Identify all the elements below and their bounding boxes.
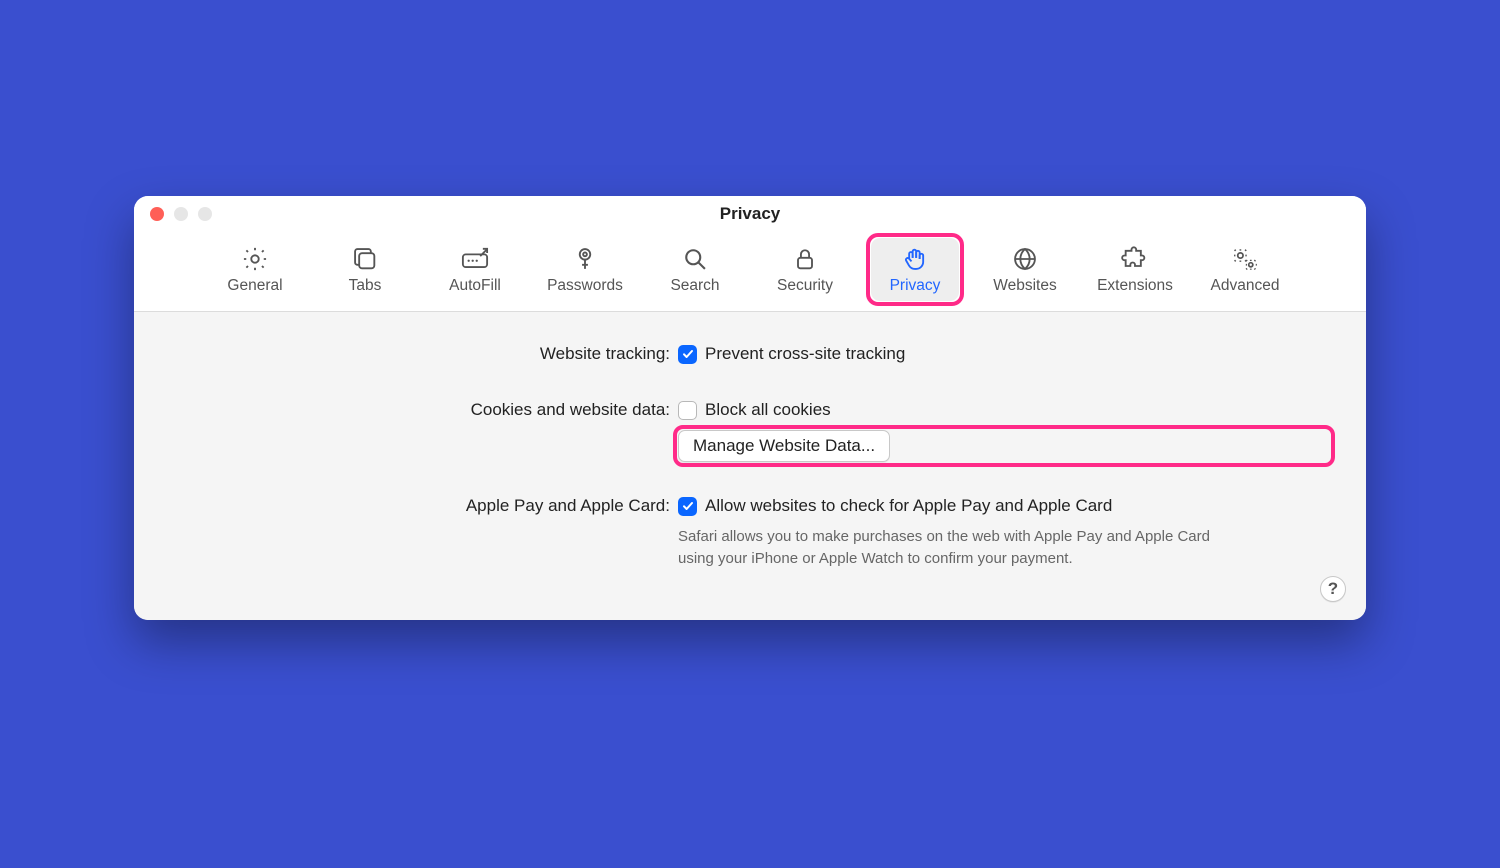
checkbox-icon [678,345,697,364]
option-label: Block all cookies [705,400,831,420]
apple-pay-label: Apple Pay and Apple Card: [170,494,678,516]
gear-icon [240,244,270,274]
globe-icon [1010,244,1040,274]
apple-pay-row: Apple Pay and Apple Card: Allow websites… [170,494,1330,570]
puzzle-icon [1120,244,1150,274]
cookies-label: Cookies and website data: [170,398,678,420]
tab-websites[interactable]: Websites [981,238,1069,301]
key-icon [570,244,600,274]
preferences-toolbar: General Tabs AutoFill Passwords [134,232,1366,311]
search-icon [680,244,710,274]
tab-general[interactable]: General [211,238,299,301]
lock-icon [790,244,820,274]
tab-label: General [227,277,282,295]
titlebar: Privacy General Tabs AutoFill [134,196,1366,312]
checkbox-icon [678,497,697,516]
tabs-icon [350,244,380,274]
autofill-icon [460,244,490,274]
tab-label: Privacy [890,277,941,295]
tab-advanced[interactable]: Advanced [1201,238,1289,301]
tab-label: Websites [993,277,1056,295]
close-window-button[interactable] [150,207,164,221]
help-button[interactable]: ? [1320,576,1346,602]
title-row: Privacy [134,196,1366,232]
block-all-cookies-option[interactable]: Block all cookies [678,398,1330,422]
tab-extensions[interactable]: Extensions [1091,238,1179,301]
window-controls [150,207,212,221]
tab-search[interactable]: Search [651,238,739,301]
tab-privacy[interactable]: Privacy [871,238,959,301]
privacy-panel: Website tracking: Prevent cross-site tra… [134,312,1366,620]
tab-autofill[interactable]: AutoFill [431,238,519,301]
tab-tabs[interactable]: Tabs [321,238,409,301]
tab-label: AutoFill [449,277,501,295]
tab-label: Advanced [1211,277,1280,295]
preferences-window: Privacy General Tabs AutoFill [134,196,1366,620]
hand-icon [900,244,930,274]
website-tracking-row: Website tracking: Prevent cross-site tra… [170,342,1330,366]
minimize-window-button[interactable] [174,207,188,221]
tab-passwords[interactable]: Passwords [541,238,629,301]
option-label: Prevent cross-site tracking [705,344,905,364]
window-title: Privacy [720,204,781,224]
manage-website-data-button[interactable]: Manage Website Data... [678,430,890,462]
tab-label: Tabs [349,277,382,295]
prevent-cross-site-tracking-option[interactable]: Prevent cross-site tracking [678,342,1330,366]
tab-label: Passwords [547,277,623,295]
tab-label: Search [670,277,719,295]
tab-label: Security [777,277,833,295]
cookies-row: Cookies and website data: Block all cook… [170,398,1330,462]
website-tracking-label: Website tracking: [170,342,678,364]
manage-website-data-wrap: Manage Website Data... [678,430,1330,462]
option-label: Allow websites to check for Apple Pay an… [705,496,1112,516]
gears-icon [1230,244,1260,274]
apple-pay-option[interactable]: Allow websites to check for Apple Pay an… [678,494,1330,518]
tab-security[interactable]: Security [761,238,849,301]
checkbox-icon [678,401,697,420]
tab-label: Extensions [1097,277,1173,295]
zoom-window-button[interactable] [198,207,212,221]
apple-pay-description: Safari allows you to make purchases on t… [678,526,1218,570]
